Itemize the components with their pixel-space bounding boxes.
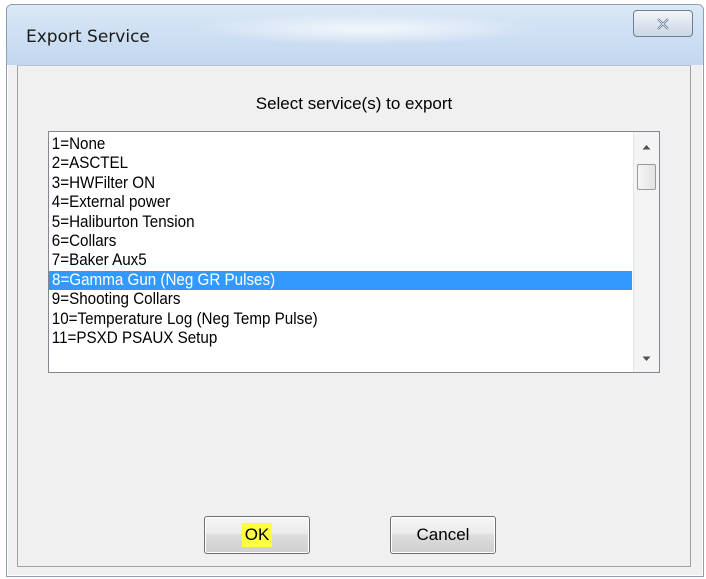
scroll-up-button[interactable] [634, 136, 659, 158]
close-button[interactable] [633, 10, 693, 37]
close-icon [657, 17, 669, 30]
vertical-scrollbar[interactable] [633, 132, 659, 372]
service-list: 1=None 2=ASCTEL 3=HWFilter ON 4=External… [49, 135, 632, 348]
title-bar[interactable]: Export Service [7, 5, 703, 65]
scroll-down-button[interactable] [634, 348, 659, 370]
export-service-dialog: Export Service Select service(s) to expo… [6, 4, 704, 577]
ok-button[interactable]: OK [204, 516, 310, 554]
list-item[interactable]: 3=HWFilter ON [49, 174, 585, 193]
list-item[interactable]: 4=External power [49, 193, 585, 212]
list-item[interactable]: 5=Haliburton Tension [49, 213, 585, 232]
ok-button-label: OK [241, 523, 273, 547]
list-item[interactable]: 10=Temperature Log (Neg Temp Pulse) [49, 310, 585, 329]
window-title: Export Service [26, 27, 150, 47]
list-item[interactable]: 7=Baker Aux5 [49, 251, 585, 270]
list-item-selected[interactable]: 8=Gamma Gun (Neg GR Pulses) [49, 270, 632, 291]
scrollbar-thumb[interactable] [637, 164, 656, 190]
service-listbox[interactable]: 1=None 2=ASCTEL 3=HWFilter ON 4=External… [48, 131, 660, 373]
list-item[interactable]: 11=PSXD PSAUX Setup [49, 329, 585, 348]
title-bar-glare [197, 13, 537, 45]
list-item[interactable]: 1=None [49, 135, 585, 154]
list-item[interactable]: 2=ASCTEL [49, 154, 585, 173]
dialog-body: Select service(s) to export 1=None 2=ASC… [17, 65, 691, 567]
cancel-button-label: Cancel [416, 525, 470, 544]
list-item[interactable]: 9=Shooting Collars [49, 290, 585, 309]
cancel-button[interactable]: Cancel [390, 516, 496, 554]
list-item[interactable]: 6=Collars [49, 232, 585, 251]
selected-item-label: 8=Gamma Gun (Neg GR Pulses) [52, 270, 276, 289]
scroll-up-arrow-icon [642, 145, 651, 150]
instruction-label: Select service(s) to export [255, 94, 453, 113]
scroll-down-arrow-icon [642, 356, 651, 361]
